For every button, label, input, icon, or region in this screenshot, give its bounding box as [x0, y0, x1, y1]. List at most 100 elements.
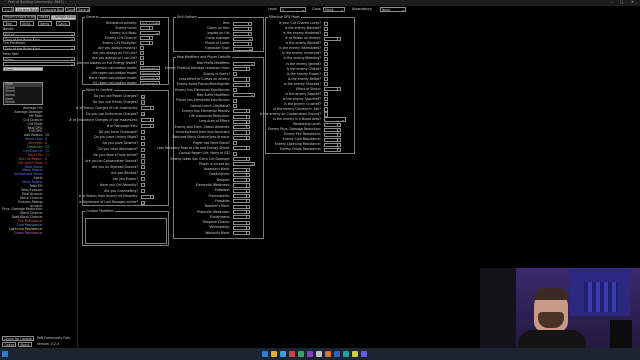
general-checkbox[interactable] [140, 56, 145, 61]
map-mod-input[interactable] [233, 77, 247, 82]
map-mod-spinner[interactable] [247, 156, 250, 162]
dps-mod-input[interactable] [324, 36, 338, 41]
calcs-tab[interactable]: Calcs [56, 21, 70, 26]
dps-mod-spinner[interactable] [338, 36, 341, 41]
items-tab[interactable]: Items [38, 21, 52, 26]
options-button[interactable]: Options [2, 342, 16, 347]
map-mod-input[interactable] [233, 188, 247, 193]
combat-input[interactable] [141, 124, 151, 129]
taskbar-app-icon[interactable] [325, 351, 331, 357]
save-button[interactable]: Save [65, 7, 75, 12]
combat-checkbox[interactable] [141, 153, 146, 158]
skill-opt-input[interactable] [233, 31, 249, 36]
skill-part-select[interactable] [3, 62, 75, 67]
dps-mod-input[interactable] [324, 127, 338, 132]
back-button[interactable]: << Back [2, 7, 14, 12]
map-mod-select[interactable] [233, 61, 255, 66]
skills-tab[interactable]: Skills [20, 21, 34, 26]
dps-mod-spinner[interactable] [338, 132, 341, 137]
tab-current-build[interactable]: Current Build [15, 7, 39, 12]
configuration-button[interactable]: Configuration [51, 14, 76, 20]
dps-mod-select[interactable] [324, 117, 346, 122]
map-mod-input[interactable] [233, 209, 247, 215]
map-mod-spinner[interactable] [247, 66, 250, 71]
taskbar-app-icon[interactable] [298, 351, 304, 357]
map-mod-input[interactable] [233, 135, 247, 140]
bandit-select[interactable]: Kill all [3, 32, 75, 37]
about-button[interactable]: About [18, 342, 32, 347]
general-select[interactable]: Average [140, 76, 160, 81]
map-mod-input[interactable] [233, 119, 247, 124]
dps-mod-checkbox[interactable] [324, 97, 329, 102]
map-mod-spinner[interactable] [247, 204, 250, 209]
dps-mod-input[interactable] [324, 142, 338, 147]
map-mod-input[interactable] [233, 66, 247, 71]
combat-checkbox[interactable] [141, 183, 146, 188]
taskbar-app-icon[interactable] [343, 351, 349, 357]
map-mod-input[interactable] [233, 220, 247, 225]
general-input[interactable] [140, 41, 150, 46]
tree-tab[interactable]: Tree [3, 21, 17, 26]
taskbar-app-icon[interactable] [352, 351, 358, 357]
map-mod-spinner[interactable] [247, 82, 250, 87]
map-mod-spinner[interactable] [247, 77, 250, 82]
map-mod-spinner[interactable] [247, 172, 250, 177]
level-select[interactable]: 1 [280, 7, 306, 12]
dps-mod-checkbox[interactable] [324, 82, 329, 87]
map-mod-spinner[interactable] [247, 125, 250, 130]
combat-checkbox[interactable] [141, 188, 146, 194]
map-mod-input[interactable] [233, 156, 247, 162]
dps-mod-spinner[interactable] [338, 122, 341, 127]
active-skill-select[interactable]: Slam [3, 67, 43, 72]
dps-mod-checkbox[interactable] [324, 77, 329, 82]
map-mod-input[interactable] [233, 146, 247, 151]
dps-mod-spinner[interactable] [338, 142, 341, 147]
map-mod-spinner[interactable] [247, 135, 250, 140]
general-spinner[interactable] [150, 26, 153, 31]
combat-spinner[interactable] [151, 106, 154, 111]
map-mod-spinner[interactable] [247, 199, 250, 204]
custom-modifiers-textarea[interactable] [85, 218, 167, 244]
pantheon-minor-select[interactable]: Soul of the Brine King [3, 46, 75, 51]
map-mod-checkbox[interactable] [233, 141, 238, 146]
combat-spinner[interactable] [151, 194, 154, 199]
skill-opt-select[interactable] [233, 46, 253, 51]
map-mod-checkbox[interactable] [233, 151, 238, 156]
skill-opt-input[interactable] [233, 26, 249, 31]
taskbar-app-icon[interactable] [307, 351, 313, 357]
combat-checkbox[interactable] [141, 147, 146, 152]
map-mod-spinner[interactable] [247, 225, 250, 230]
skill-opt-spinner[interactable] [249, 26, 252, 31]
map-mod-spinner[interactable] [247, 178, 250, 183]
maximize-button[interactable]: □ [620, 0, 623, 5]
dps-mod-checkbox[interactable] [324, 66, 329, 72]
tab-unsaved-build[interactable]: Unsaved Build [40, 7, 64, 12]
combat-input[interactable] [141, 106, 151, 111]
map-mod-input[interactable] [233, 172, 247, 177]
general-select[interactable]: Average [140, 71, 160, 76]
save-as-button[interactable]: Save As [76, 7, 90, 12]
general-select[interactable]: Average [140, 81, 160, 86]
taskbar-app-icon[interactable] [334, 351, 340, 357]
dps-mod-checkbox[interactable] [324, 92, 329, 97]
map-mod-input[interactable] [233, 130, 247, 135]
general-select[interactable] [140, 31, 160, 36]
map-mod-spinner[interactable] [247, 183, 250, 188]
check-update-button[interactable]: Check for Update [2, 336, 34, 341]
dps-mod-checkbox[interactable] [324, 56, 329, 62]
map-mod-input[interactable] [233, 178, 247, 183]
map-mod-spinner[interactable] [247, 130, 250, 135]
dps-mod-checkbox[interactable] [324, 26, 329, 31]
map-mod-spinner[interactable] [247, 114, 250, 119]
dps-mod-checkbox[interactable] [324, 31, 329, 36]
map-mod-input[interactable] [233, 125, 247, 130]
map-mod-input[interactable] [233, 194, 247, 199]
general-spinner[interactable] [150, 41, 153, 46]
map-mod-spinner[interactable] [247, 167, 250, 172]
taskbar-app-icon[interactable] [262, 351, 268, 357]
taskbar-app-icon[interactable] [361, 351, 367, 357]
minimize-button[interactable]: – [610, 0, 612, 5]
map-mod-spinner[interactable] [247, 109, 250, 114]
map-mod-checkbox[interactable] [233, 103, 238, 109]
map-mod-spinner[interactable] [247, 209, 250, 215]
